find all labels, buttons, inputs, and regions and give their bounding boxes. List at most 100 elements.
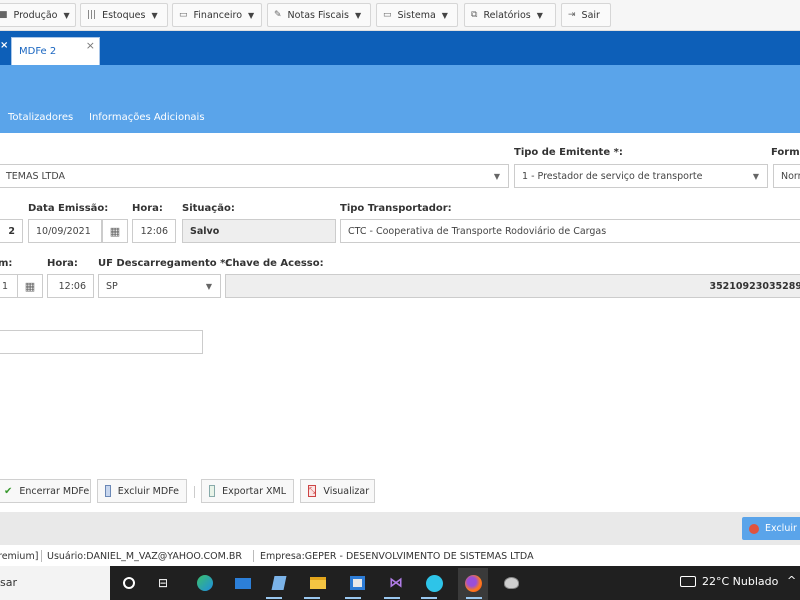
monitor-icon: ▭: [383, 10, 392, 20]
extra-input[interactable]: [0, 330, 203, 354]
hora2-value: 12:06: [58, 280, 86, 292]
cortana-icon[interactable]: [118, 572, 140, 594]
chevron-down-icon: ▼: [536, 10, 543, 20]
data-emissao-input[interactable]: 10/09/2021: [28, 219, 102, 243]
plan-text: remium]: [0, 551, 39, 562]
chevron-down-icon: ▼: [441, 10, 448, 20]
exportar-xml-button[interactable]: Exportar XML: [201, 479, 294, 503]
status-divider: [41, 550, 42, 562]
hora-value: 12:06: [140, 225, 168, 237]
notepad-icon[interactable]: [268, 572, 290, 594]
edit-icon: ✎: [274, 10, 282, 20]
tipo-emitente-select[interactable]: 1 - Prestador de serviço de transporte ▼: [514, 164, 768, 188]
tipo-transportador-label: Tipo Transportador:: [340, 203, 452, 214]
running-indicator: [345, 597, 361, 599]
menu-notas-fiscais[interactable]: ✎ Notas Fiscais ▼: [267, 3, 371, 27]
menu-producao[interactable]: ■ Produção ▼: [0, 3, 76, 27]
encerrar-mdfe-label: Encerrar MDFe: [19, 485, 90, 497]
taskbar-search-box[interactable]: sar: [0, 566, 110, 600]
button-separator: [194, 486, 195, 498]
barcode-icon: |||: [87, 10, 97, 20]
empresa-text: Empresa:GEPER - DESENVOLVIMENTO DE SISTE…: [260, 551, 534, 562]
form-footer: [0, 512, 800, 545]
chevron-down-icon: ▼: [151, 10, 158, 20]
chave-acesso-value: 352109230352​89: [709, 280, 800, 292]
uf-descarregamento-label: UF Descarregamento *:: [98, 258, 230, 269]
emitente-select[interactable]: TEMAS LTDA ▼: [0, 164, 509, 188]
tipo-transportador-value: CTC - Cooperativa de Transporte Rodoviár…: [348, 225, 607, 237]
numero-field[interactable]: 2: [0, 219, 23, 243]
tipo-emitente-value: 1 - Prestador de serviço de transporte: [522, 170, 703, 182]
weather-icon: [680, 576, 696, 587]
top-menu-bar: ■ Produção ▼ ||| Estoques ▼ ▭ Financeiro…: [0, 0, 800, 31]
excluir-label: Excluir: [765, 523, 797, 534]
menu-sair-label: Sair: [581, 9, 600, 21]
data-label-cut: m:: [0, 258, 13, 269]
menu-sair[interactable]: ⇥ Sair: [561, 3, 611, 27]
file-explorer-icon[interactable]: [307, 572, 329, 594]
menu-sistema-label: Sistema: [397, 9, 436, 21]
chevron-up-icon[interactable]: ^: [787, 574, 796, 587]
uf-descarregamento-select[interactable]: SP ▼: [98, 274, 221, 298]
visualizar-button[interactable]: ⤡ Visualizar: [300, 479, 375, 503]
report-icon: ⧉: [471, 10, 478, 20]
tipo-transportador-select[interactable]: CTC - Cooperativa de Transporte Rodoviár…: [340, 219, 800, 243]
chevron-down-icon: ▼: [493, 172, 500, 181]
paint-icon[interactable]: [500, 572, 522, 594]
data-emissao-label: Data Emissão:: [28, 203, 109, 214]
data-encerramento-input[interactable]: 1: [0, 274, 18, 298]
hora2-label: Hora:: [47, 258, 78, 269]
menu-sistema[interactable]: ▭ Sistema ▼: [376, 3, 458, 27]
calendar-icon[interactable]: ▦: [17, 274, 43, 298]
calendar-icon[interactable]: ▦: [102, 219, 128, 243]
situacao-field: Salvo: [182, 219, 336, 243]
excluir-button[interactable]: Excluir: [742, 517, 800, 540]
forma-label: Forma: [771, 147, 800, 158]
tab-totalizadores[interactable]: Totalizadores: [8, 112, 73, 123]
chevron-down-icon: ▼: [752, 172, 759, 181]
factory-icon: ■: [0, 10, 8, 20]
money-icon: ▭: [179, 10, 188, 20]
menu-financeiro-label: Financeiro: [193, 9, 243, 21]
chevron-down-icon: ▼: [205, 282, 212, 291]
firefox-icon[interactable]: [462, 572, 484, 594]
search-text: sar: [0, 576, 17, 589]
encerrar-mdfe-button[interactable]: ✔ Encerrar MDFe: [0, 479, 91, 503]
menu-financeiro[interactable]: ▭ Financeiro ▼: [172, 3, 262, 27]
forma-select[interactable]: Norm: [773, 164, 800, 188]
excluir-mdfe-button[interactable]: Excluir MDFe: [97, 479, 187, 503]
minus-circle-icon: [749, 523, 759, 534]
emitente-value: TEMAS LTDA: [6, 170, 65, 182]
menu-producao-label: Produção: [13, 9, 58, 21]
chevron-down-icon: ▼: [354, 10, 362, 20]
data-emissao-value: 10/09/2021: [36, 225, 91, 237]
situacao-label: Situação:: [182, 203, 235, 214]
tab-informacoes-adicionais[interactable]: Informações Adicionais: [89, 112, 205, 123]
chave-acesso-field: 352109230352​89: [225, 274, 800, 298]
menu-relatorios-label: Relatórios: [483, 9, 531, 21]
tipo-emitente-label: Tipo de Emitente *:: [514, 147, 623, 158]
chevron-down-icon: ▼: [248, 10, 255, 20]
check-icon: ✔: [4, 485, 13, 497]
menu-estoques[interactable]: ||| Estoques ▼: [80, 3, 168, 27]
hora2-input[interactable]: 12:06: [47, 274, 94, 298]
exit-icon: ⇥: [568, 10, 576, 20]
tab-mdfe-2-label: MDFe 2: [19, 46, 57, 57]
running-indicator: [304, 597, 320, 599]
menu-relatorios[interactable]: ⧉ Relatórios ▼: [464, 3, 556, 27]
store-icon[interactable]: [346, 572, 368, 594]
tab-mdfe-2[interactable]: MDFe 2 ×: [11, 37, 100, 65]
data2-value: 1: [2, 280, 9, 292]
close-icon[interactable]: ×: [86, 39, 95, 52]
mail-icon[interactable]: [232, 572, 254, 594]
chave-acesso-label: Chave de Acesso:: [225, 258, 324, 269]
close-icon[interactable]: ×: [0, 40, 8, 51]
hora-input[interactable]: 12:06: [132, 219, 176, 243]
exportar-xml-label: Exportar XML: [222, 485, 286, 497]
visual-studio-icon[interactable]: ⋈: [385, 572, 407, 594]
whatsapp-icon[interactable]: [423, 572, 445, 594]
task-view-icon[interactable]: ⊟: [152, 572, 174, 594]
numero-value: 2: [8, 225, 15, 237]
edge-icon[interactable]: [194, 572, 216, 594]
weather-widget[interactable]: 22°C Nublado: [680, 575, 778, 588]
